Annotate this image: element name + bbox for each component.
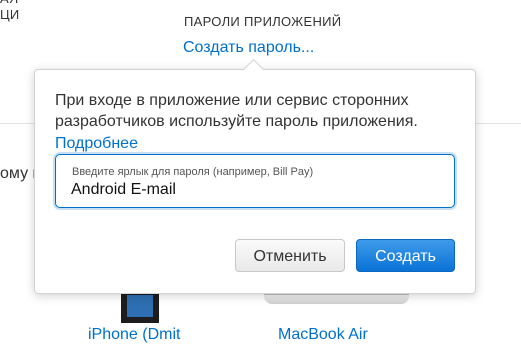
learn-more-link[interactable]: Подробнее [55, 133, 138, 154]
create-app-password-popover: При входе в приложение или сервис сторон… [34, 69, 476, 294]
create-password-link[interactable]: Создать пароль... [183, 38, 314, 58]
popover-description: При входе в приложение или сервис сторон… [55, 92, 418, 130]
left-column-heading-line-1: АЯ [0, 0, 19, 7]
left-column-heading: АЯ ЦИ [0, 0, 19, 23]
device-name-iphone[interactable]: iPhone (Dmit [88, 326, 180, 344]
create-button[interactable]: Создать [356, 239, 455, 272]
password-label-input[interactable] [71, 180, 441, 200]
iphone-device-image[interactable] [121, 291, 159, 323]
password-label-field-label: Введите ярлык для пароля (например, Bill… [72, 166, 314, 178]
password-label-field[interactable]: Введите ярлык для пароля (например, Bill… [55, 154, 455, 208]
app-passwords-section-title: ПАРОЛИ ПРИЛОЖЕНИЙ [184, 14, 342, 29]
cancel-button[interactable]: Отменить [235, 239, 345, 272]
device-name-macbook[interactable]: MacBook Air [278, 326, 368, 344]
left-column-heading-line-2: ЦИ [0, 7, 20, 22]
macbook-device-image[interactable] [264, 294, 409, 304]
